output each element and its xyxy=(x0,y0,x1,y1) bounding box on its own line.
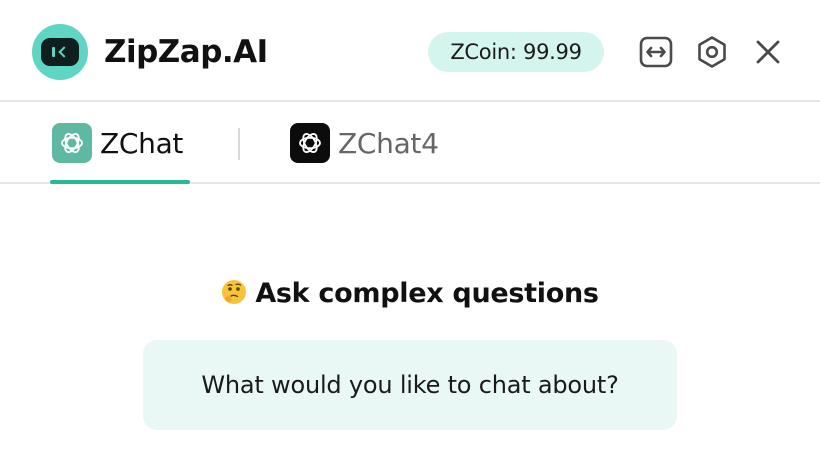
app-title: ZipZap.AI xyxy=(104,34,268,70)
logo-face xyxy=(41,38,79,66)
openai-logo-icon xyxy=(52,123,92,163)
header-bar: ZipZap.AI ZCoin: 99.99 xyxy=(0,0,820,102)
close-button[interactable] xyxy=(751,35,785,69)
openai-logo-icon xyxy=(290,123,330,163)
zcoin-balance-badge[interactable]: ZCoin: 99.99 xyxy=(428,32,604,72)
tab-bar: ZChat ZChat4 xyxy=(0,102,820,184)
heading-text: Ask complex questions xyxy=(255,278,599,309)
active-tab-indicator xyxy=(50,180,190,184)
tab-divider xyxy=(238,128,240,160)
chat-prompt-card[interactable]: What would you like to chat about? xyxy=(143,340,677,430)
expand-arrows-icon xyxy=(639,36,673,68)
tab-label: ZChat4 xyxy=(338,127,439,160)
hexagon-settings-icon xyxy=(698,36,726,68)
app-window: ZipZap.AI ZCoin: 99.99 ZChat ZChat4 Ask … xyxy=(0,0,820,466)
settings-button[interactable] xyxy=(695,35,729,69)
tab-zchat[interactable]: ZChat xyxy=(50,102,190,184)
robot-face-icon xyxy=(32,24,88,80)
tab-zchat4[interactable]: ZChat4 xyxy=(288,102,458,182)
close-icon xyxy=(756,40,780,64)
section-heading: Ask complex questions xyxy=(0,276,820,312)
expand-button[interactable] xyxy=(639,35,673,69)
tab-label: ZChat xyxy=(100,127,184,160)
thinking-face-icon xyxy=(222,280,247,304)
